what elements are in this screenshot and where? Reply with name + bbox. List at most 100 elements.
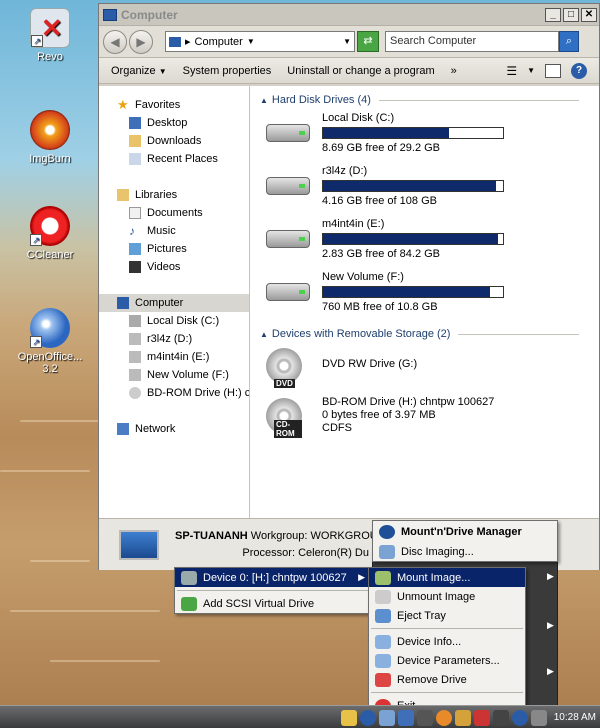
nav-computer[interactable]: Computer xyxy=(99,294,249,312)
nav-videos[interactable]: Videos xyxy=(99,258,249,276)
device-menu-item[interactable]: Device 0: [H:] chntpw 100627 ▶ xyxy=(175,568,373,587)
nav-label: Computer xyxy=(135,297,184,309)
nav-downloads[interactable]: Downloads xyxy=(99,132,249,150)
system-properties-button[interactable]: System properties xyxy=(183,65,272,77)
group-header-removable[interactable]: ▲ Devices with Removable Storage (2) xyxy=(260,328,589,340)
address-dropdown-icon[interactable]: ▼ xyxy=(343,37,351,46)
nav-libraries[interactable]: Libraries xyxy=(99,186,249,204)
device-menu: Device 0: [H:] chntpw 100627 ▶ Add SCSI V… xyxy=(174,567,374,614)
tray-update-icon[interactable] xyxy=(435,709,452,726)
nav-label: Videos xyxy=(147,261,181,273)
capacity-fill xyxy=(323,287,491,297)
close-button[interactable]: ✕ xyxy=(581,7,597,22)
view-options-icon[interactable]: ☰ xyxy=(506,64,517,78)
info-icon xyxy=(375,634,391,649)
tray-monitor-icon[interactable] xyxy=(397,709,414,726)
computer-icon xyxy=(117,297,129,309)
search-input[interactable]: Search Computer xyxy=(385,31,559,52)
nav-drive-c[interactable]: Local Disk (C:) xyxy=(99,312,249,330)
desktop-icon-label: OpenOffice... xyxy=(17,351,83,363)
tray-network-icon[interactable] xyxy=(378,709,395,726)
eject-tray-item[interactable]: Eject Tray xyxy=(369,606,525,625)
help-icon[interactable]: ? xyxy=(571,62,587,79)
windows-drive-icon xyxy=(266,124,310,142)
tray-app-icon[interactable] xyxy=(340,709,357,726)
nav-pictures[interactable]: Pictures xyxy=(99,240,249,258)
back-button[interactable]: ◀ xyxy=(103,29,127,54)
pictures-icon xyxy=(129,243,141,255)
drive-item[interactable]: DVD DVD RW Drive (G:) xyxy=(266,346,589,396)
refresh-button[interactable]: ⇄ xyxy=(357,31,379,52)
drive-item[interactable]: m4int4in (E:) 2.83 GB free of 84.2 GB xyxy=(266,218,589,271)
nav-label: r3l4z (D:) xyxy=(147,333,193,345)
nav-label: m4int4in (E:) xyxy=(147,351,210,363)
mount-image-item[interactable]: Mount Image... xyxy=(369,568,525,587)
desktop-icon-imgburn[interactable]: ImgBurn xyxy=(10,110,90,165)
minimize-button[interactable]: _ xyxy=(545,7,561,22)
nav-network[interactable]: Network xyxy=(99,420,249,438)
preview-pane-icon[interactable] xyxy=(545,63,561,78)
star-icon: ★ xyxy=(117,97,129,112)
tray-app-icon[interactable] xyxy=(454,709,471,726)
nav-drive-h[interactable]: BD-ROM Drive (H:) chnt xyxy=(99,384,249,402)
nav-recent-places[interactable]: Recent Places xyxy=(99,150,249,168)
nav-desktop[interactable]: Desktop xyxy=(99,114,249,132)
disc-imaging-item[interactable]: Disc Imaging... xyxy=(373,542,557,561)
remove-drive-item[interactable]: Remove Drive xyxy=(369,670,525,689)
unmount-image-item[interactable]: Unmount Image xyxy=(369,587,525,606)
search-button[interactable]: ⌕ xyxy=(559,31,579,52)
add-scsi-drive-item[interactable]: Add SCSI Virtual Drive xyxy=(175,594,373,613)
drive-item[interactable]: r3l4z (D:) 4.16 GB free of 108 GB xyxy=(266,165,589,218)
nav-drive-e[interactable]: m4int4in (E:) xyxy=(99,348,249,366)
maximize-button[interactable]: □ xyxy=(563,7,579,22)
unmount-disc-icon xyxy=(375,589,391,604)
drive-icon xyxy=(129,369,141,381)
tray-app-icon[interactable] xyxy=(530,709,547,726)
capacity-fill xyxy=(323,234,498,244)
add-drive-icon xyxy=(181,596,197,611)
chevron-down-icon[interactable]: ▼ xyxy=(527,66,535,75)
manager-title-item[interactable]: Mount'n'Drive Manager xyxy=(373,521,557,542)
title-bar[interactable]: Computer _ □ ✕ xyxy=(99,4,599,26)
desktop-icon-ccleaner[interactable]: ↗ CCleaner xyxy=(10,206,90,261)
breadcrumb-dropdown-icon[interactable]: ▼ xyxy=(247,37,255,46)
uninstall-program-button[interactable]: Uninstall or change a program xyxy=(287,65,434,77)
tray-antivirus-icon[interactable] xyxy=(473,709,490,726)
drive-item[interactable]: New Volume (F:) 760 MB free of 10.8 GB xyxy=(266,271,589,324)
forward-button[interactable]: ▶ xyxy=(129,29,153,54)
nav-drive-d[interactable]: r3l4z (D:) xyxy=(99,330,249,348)
address-input[interactable]: ▸ Computer ▼ ▼ xyxy=(165,31,355,52)
device-label: Device 0: [H:] chntpw 100627 xyxy=(203,571,347,584)
organize-menu[interactable]: Organize ▼ xyxy=(111,65,167,77)
nav-favorites[interactable]: ★ Favorites xyxy=(99,96,249,114)
processor-value: Celeron(R) Du xyxy=(298,546,369,559)
nav-documents[interactable]: Documents xyxy=(99,204,249,222)
drive-icon xyxy=(129,351,141,363)
more-commands-button[interactable]: » xyxy=(451,65,457,77)
desktop-icon-revo[interactable]: ✕ ↗ Revo xyxy=(10,8,90,63)
nav-music[interactable]: ♪ Music xyxy=(99,222,249,240)
desktop-icon-openoffice[interactable]: ↗ OpenOffice... 3.2 xyxy=(10,308,90,375)
tray-app-icon[interactable] xyxy=(416,709,433,726)
address-text: Computer xyxy=(194,35,243,48)
group-header-hdd[interactable]: ▲ Hard Disk Drives (4) xyxy=(260,94,589,106)
tray-power-icon[interactable] xyxy=(359,709,376,726)
taskbar-clock[interactable]: 10:28 AM xyxy=(554,712,596,723)
group-label: Devices with Removable Storage (2) xyxy=(271,328,451,340)
nav-drive-f[interactable]: New Volume (F:) xyxy=(99,366,249,384)
computer-icon xyxy=(103,8,117,21)
disc-icon xyxy=(129,387,141,399)
params-label: Device Parameters... xyxy=(397,654,500,667)
nav-label: Music xyxy=(147,225,176,237)
device-parameters-item[interactable]: Device Parameters... xyxy=(369,651,525,670)
address-chevron-icon[interactable]: ▸ xyxy=(185,35,191,48)
tray-help-icon[interactable] xyxy=(511,709,528,726)
drive-item[interactable]: Local Disk (C:) 8.69 GB free of 29.2 GB xyxy=(266,112,589,165)
system-tray: 10:28 AM xyxy=(340,706,600,728)
drive-item[interactable]: CD-ROM BD-ROM Drive (H:) chntpw 100627 0… xyxy=(266,396,589,449)
drive-free-space: 2.83 GB free of 84.2 GB xyxy=(322,248,441,260)
device-info-item[interactable]: Device Info... xyxy=(369,632,525,651)
tray-app-icon[interactable] xyxy=(492,709,509,726)
command-bar: Organize ▼ System properties Uninstall o… xyxy=(99,58,599,84)
nav-label: Desktop xyxy=(147,117,188,129)
